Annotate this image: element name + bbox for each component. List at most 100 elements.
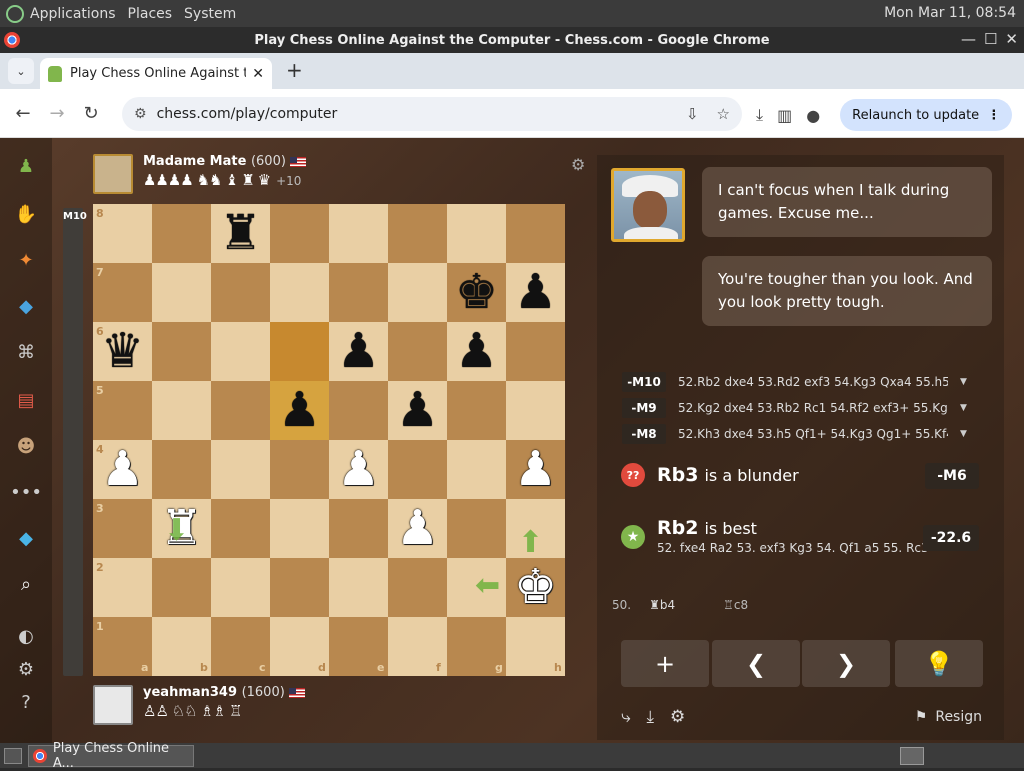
square-e3[interactable] [329, 499, 388, 558]
tab-close-icon[interactable]: ✕ [252, 66, 264, 82]
expand-chevron-icon[interactable]: ▼ [960, 429, 967, 439]
profile-icon[interactable]: ● [806, 106, 820, 125]
square-b6[interactable] [152, 322, 211, 381]
bottom-player-avatar[interactable] [93, 685, 133, 725]
square-d7[interactable] [270, 263, 329, 322]
engine-line[interactable]: -M9 52.Kg2 dxe4 53.Rb2 Rc1 54.Rf2 exf3+ … [622, 398, 967, 418]
white-piece-f3[interactable]: ♟ [388, 499, 447, 558]
white-piece-a4[interactable]: ♟ [93, 440, 152, 499]
square-g8[interactable] [447, 204, 506, 263]
square-f2[interactable] [388, 558, 447, 617]
square-f6[interactable] [388, 322, 447, 381]
add-button[interactable]: + [621, 640, 709, 687]
board-settings-icon[interactable]: ⚙ [571, 155, 585, 174]
downloads-icon[interactable]: ⤓ [756, 105, 763, 125]
workspace-switcher[interactable] [900, 747, 924, 765]
new-tab-button[interactable]: + [286, 58, 303, 82]
square-c5[interactable] [211, 381, 270, 440]
square-d3[interactable] [270, 499, 329, 558]
forward-arrow-icon[interactable]: → [40, 103, 74, 124]
square-f4[interactable] [388, 440, 447, 499]
black-piece-f5[interactable]: ♟ [388, 381, 447, 440]
square-b5[interactable] [152, 381, 211, 440]
site-info-icon[interactable]: ⚙ [134, 106, 147, 122]
tab-chess[interactable]: Play Chess Online Against th ✕ [40, 58, 272, 89]
next-move-button[interactable]: ❯ [802, 640, 890, 687]
menu-system[interactable]: System [184, 6, 236, 22]
square-b4[interactable] [152, 440, 211, 499]
square-h6[interactable] [506, 322, 565, 381]
bookmark-star-icon[interactable]: ☆ [717, 105, 730, 123]
side-panel-icon[interactable]: ▥ [777, 106, 792, 125]
white-move[interactable]: ♜b4 [649, 598, 675, 612]
diamond-icon[interactable]: ◆ [12, 524, 40, 552]
square-e7[interactable] [329, 263, 388, 322]
previous-move-button[interactable]: ❮ [712, 640, 800, 687]
show-desktop-icon[interactable] [4, 747, 22, 764]
menu-applications[interactable]: Applications [30, 6, 116, 22]
chess-board[interactable]: 8 7 6 5 4 3 2 1 a b c d e f g h ♜ ♚ ♟ ♛ ♟ ♟ ♟ ♟ ♟ ♟ ♟ ♜ ♟ ♚ ⬇ ⬆ ⬅ [93, 204, 565, 676]
square-h8[interactable] [506, 204, 565, 263]
black-move[interactable]: ♖c8 [723, 598, 748, 612]
engine-line[interactable]: -M8 52.Kh3 dxe4 53.h5 Qf1+ 54.Kg3 Qg1+ 5… [622, 424, 967, 444]
more-icon[interactable]: ••• [10, 478, 42, 506]
black-piece-h7[interactable]: ♟ [506, 263, 565, 322]
square-f7[interactable] [388, 263, 447, 322]
hint-button[interactable]: 💡 [895, 640, 983, 687]
share-icon[interactable]: ⤷ [621, 707, 631, 727]
square-d4[interactable] [270, 440, 329, 499]
square-c2[interactable] [211, 558, 270, 617]
theme-icon[interactable]: ◐ [12, 622, 40, 650]
square-c3[interactable] [211, 499, 270, 558]
top-player-name[interactable]: Madame Mate [143, 154, 246, 169]
bottom-player-name[interactable]: yeahman349 [143, 685, 237, 700]
square-d8[interactable] [270, 204, 329, 263]
square-b7[interactable] [152, 263, 211, 322]
learn-icon[interactable]: ◆ [12, 292, 40, 320]
square-g5[interactable] [447, 381, 506, 440]
resign-button[interactable]: ⚑ Resign [915, 709, 982, 725]
white-piece-h2[interactable]: ♚ [506, 558, 565, 617]
address-bar[interactable]: ⚙ chess.com/play/computer ⇩ ☆ [122, 97, 742, 131]
square-f8[interactable] [388, 204, 447, 263]
chess-logo-icon[interactable]: ♟ [12, 152, 40, 180]
kebab-menu-icon[interactable]: ⋮ [987, 108, 1000, 123]
puzzles-icon[interactable]: ✦ [12, 246, 40, 274]
help-icon[interactable]: ? [12, 688, 40, 716]
square-b8[interactable] [152, 204, 211, 263]
white-piece-h4[interactable]: ♟ [506, 440, 565, 499]
square-b2[interactable] [152, 558, 211, 617]
black-piece-g7[interactable]: ♚ [447, 263, 506, 322]
play-icon[interactable]: ✋ [12, 200, 40, 228]
black-piece-d5[interactable]: ♟ [270, 381, 329, 440]
white-piece-e4[interactable]: ♟ [329, 440, 388, 499]
square-d2[interactable] [270, 558, 329, 617]
expand-chevron-icon[interactable]: ▼ [960, 377, 967, 387]
engine-line[interactable]: -M10 52.Rb2 dxe4 53.Rd2 exf3 54.Kg3 Qxa4… [622, 372, 967, 392]
black-piece-a6[interactable]: ♛ [93, 322, 152, 381]
relaunch-button[interactable]: Relaunch to update ⋮ [840, 99, 1013, 131]
square-e2[interactable] [329, 558, 388, 617]
url-text[interactable]: chess.com/play/computer [157, 106, 668, 122]
black-piece-c8[interactable]: ♜ [211, 204, 270, 263]
distro-logo-icon[interactable] [6, 4, 24, 23]
square-e8[interactable] [329, 204, 388, 263]
top-player-avatar[interactable] [93, 154, 133, 194]
watch-icon[interactable]: ⌘ [12, 338, 40, 366]
search-icon[interactable]: ⌕ [12, 570, 40, 598]
minimize-icon[interactable]: — [961, 30, 976, 48]
square-g4[interactable] [447, 440, 506, 499]
square-e5[interactable] [329, 381, 388, 440]
social-icon[interactable]: ☻ [12, 432, 40, 460]
game-settings-icon[interactable]: ⚙ [670, 707, 685, 727]
taskbar-chrome-window[interactable]: Play Chess Online A... [28, 741, 194, 771]
square-h5[interactable] [506, 381, 565, 440]
black-piece-e6[interactable]: ♟ [329, 322, 388, 381]
tab-search-button[interactable]: ⌄ [8, 58, 34, 84]
settings-icon[interactable]: ⚙ [12, 655, 40, 683]
expand-chevron-icon[interactable]: ▼ [960, 403, 967, 413]
install-app-icon[interactable]: ⇩ [686, 105, 699, 123]
square-c7[interactable] [211, 263, 270, 322]
clock[interactable]: Mon Mar 11, 08:54 [884, 5, 1016, 21]
square-c4[interactable] [211, 440, 270, 499]
